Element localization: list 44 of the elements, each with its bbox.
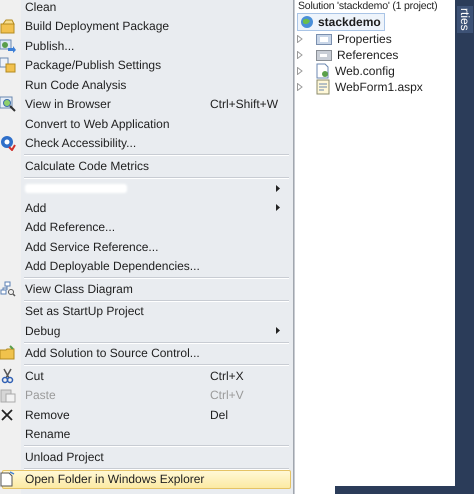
menu-item[interactable]: Debug	[2, 321, 291, 340]
solution-title: Solution 'stackdemo' (1 project)	[297, 0, 438, 13]
close-icon	[0, 408, 14, 422]
scissors-icon	[0, 368, 16, 384]
side-tab[interactable]: rties	[457, 6, 473, 33]
tree-item[interactable]: Web.config	[335, 64, 395, 78]
menu-item[interactable]: Add Service Reference...	[2, 237, 291, 256]
config-file-icon	[316, 63, 330, 79]
menu-item[interactable]: View Class Diagram	[2, 279, 291, 298]
menu-item[interactable]: Build Deployment Package	[2, 16, 291, 36]
browser-magnifier-icon	[0, 96, 16, 112]
menu-item[interactable]: Clean	[2, 0, 291, 16]
tree-item[interactable]: Properties	[337, 32, 392, 46]
references-folder-icon	[316, 48, 332, 62]
web-project-icon	[299, 14, 315, 30]
document-icon	[0, 471, 16, 488]
menu-item[interactable]: Add Reference...	[2, 218, 291, 237]
menu-item[interactable]: Add Deployable Dependencies...	[2, 256, 291, 276]
menu-item[interactable]: View in Browser Ctrl+Shift+W	[2, 94, 291, 114]
menu-item[interactable]: Add Solution to Source Control...	[2, 344, 291, 363]
menu-item[interactable]: Run Code Analysis	[2, 75, 291, 94]
tree-item[interactable]: References	[337, 48, 398, 62]
properties-folder-icon	[316, 32, 332, 46]
tree-item[interactable]: WebForm1.aspx	[335, 80, 423, 94]
menu-item[interactable]: Check Accessibility...	[2, 134, 291, 153]
menu-item[interactable]: Add	[2, 198, 291, 218]
web-form-file-icon	[316, 79, 330, 95]
package-icon	[0, 18, 16, 34]
menu-item[interactable]: Open Folder in Windows Explorer	[2, 470, 291, 489]
menu-item[interactable]: Unload Project	[2, 447, 291, 466]
menu-item[interactable]: Cut Ctrl+X	[2, 366, 291, 386]
menu-item[interactable]: Package/Publish Settings	[2, 56, 291, 75]
menu-item[interactable]: Remove Del	[2, 405, 291, 424]
menu-item[interactable]: Set as StartUp Project	[2, 302, 291, 321]
settings-icon	[0, 57, 16, 74]
globe-arrow-icon	[0, 38, 16, 54]
tree-item[interactable]: stackdemo	[297, 13, 385, 31]
menu-item[interactable]: Convert to Web Application	[2, 114, 291, 134]
folder-icon	[0, 345, 16, 362]
accessibility-icon	[0, 135, 16, 152]
menu-item[interactable]: Calculate Code Metrics	[2, 156, 291, 176]
menu-item[interactable]: Publish...	[2, 36, 291, 56]
class-diagram-icon	[0, 280, 16, 297]
menu-item[interactable]: Rename	[2, 424, 291, 444]
